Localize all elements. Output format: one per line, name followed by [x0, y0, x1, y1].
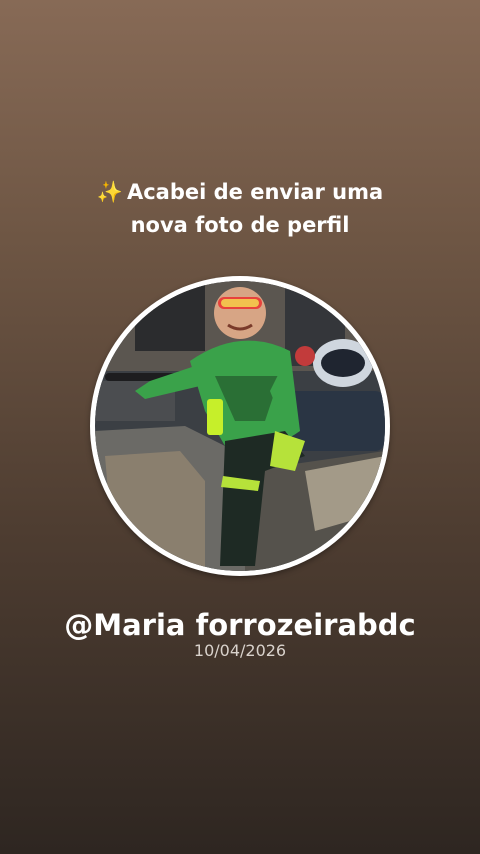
announcement-line-2: nova foto de perfil [130, 213, 350, 237]
username[interactable]: @Maria forrozeirabdc [0, 606, 480, 644]
announcement-line-1-text: Acabei de enviar uma [126, 180, 384, 204]
announcement-line-1: ✨ Acabei de enviar uma [0, 176, 480, 209]
profile-photo[interactable] [95, 281, 385, 571]
sparkles-icon: ✨ [96, 180, 123, 204]
profile-photo-frame [90, 276, 390, 576]
post-date: 10/04/2026 [193, 641, 287, 660]
announcement-text: ✨ Acabei de enviar uma nova foto de perfi… [0, 176, 480, 242]
